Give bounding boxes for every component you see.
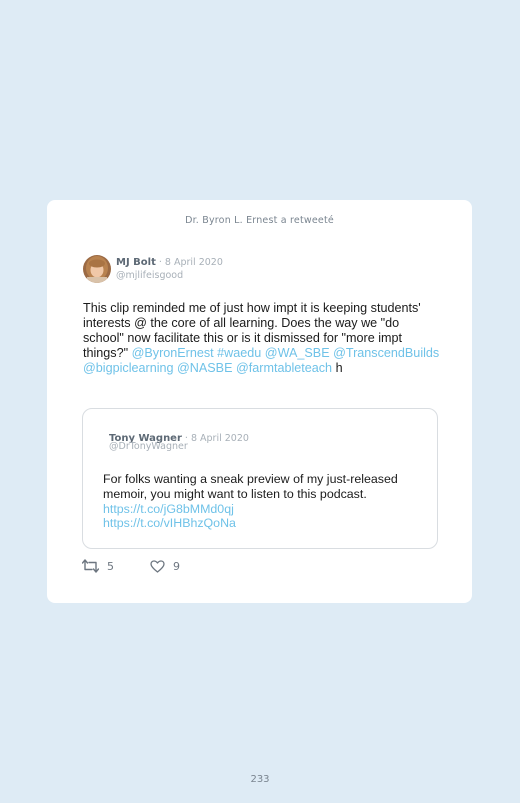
retweet-count: 5	[107, 559, 114, 573]
quoted-tweet-link-2[interactable]: https://t.co/vIHBhzQoNa	[103, 516, 236, 530]
retweet-notice: Dr. Byron L. Ernest a retweeté	[185, 215, 334, 226]
quoted-tweet-link-1[interactable]: https://t.co/jG8bMMd0qj	[103, 502, 234, 516]
quoted-tweet-text: For folks wanting a sneak preview of my …	[103, 472, 423, 531]
like-button[interactable]: 9	[150, 560, 180, 573]
tweet-trailing: h	[335, 361, 343, 375]
author-name[interactable]: MJ Bolt	[116, 257, 156, 268]
quoted-tweet-date[interactable]: · 8 April 2020	[182, 433, 249, 444]
like-count: 9	[173, 559, 180, 573]
page-number: 233	[250, 774, 270, 785]
author-line: MJ Bolt · 8 April 2020	[116, 256, 223, 268]
tweet-actions: 5 9	[82, 557, 180, 575]
tweet-date[interactable]: · 8 April 2020	[156, 257, 223, 268]
retweet-button[interactable]: 5	[82, 559, 114, 573]
retweet-icon	[82, 559, 99, 573]
author-handle[interactable]: @mjlifeisgood	[116, 270, 183, 281]
quoted-author-handle[interactable]: @DrTonyWagner	[109, 441, 188, 452]
tweet-card: Dr. Byron L. Ernest a retweeté MJ Bolt ·…	[47, 200, 472, 603]
avatar[interactable]	[83, 255, 111, 283]
tweet-text: This clip reminded me of just how impt i…	[83, 301, 443, 376]
quoted-tweet-body: For folks wanting a sneak preview of my …	[103, 472, 398, 501]
heart-icon	[150, 559, 165, 573]
tweet-mentions[interactable]: @ByronErnest #waedu @WA_SBE @TranscendBu…	[83, 346, 439, 375]
quoted-tweet[interactable]: Tony Wagner · 8 April 2020 @DrTonyWagner…	[82, 408, 438, 549]
avatar-image	[83, 255, 111, 283]
